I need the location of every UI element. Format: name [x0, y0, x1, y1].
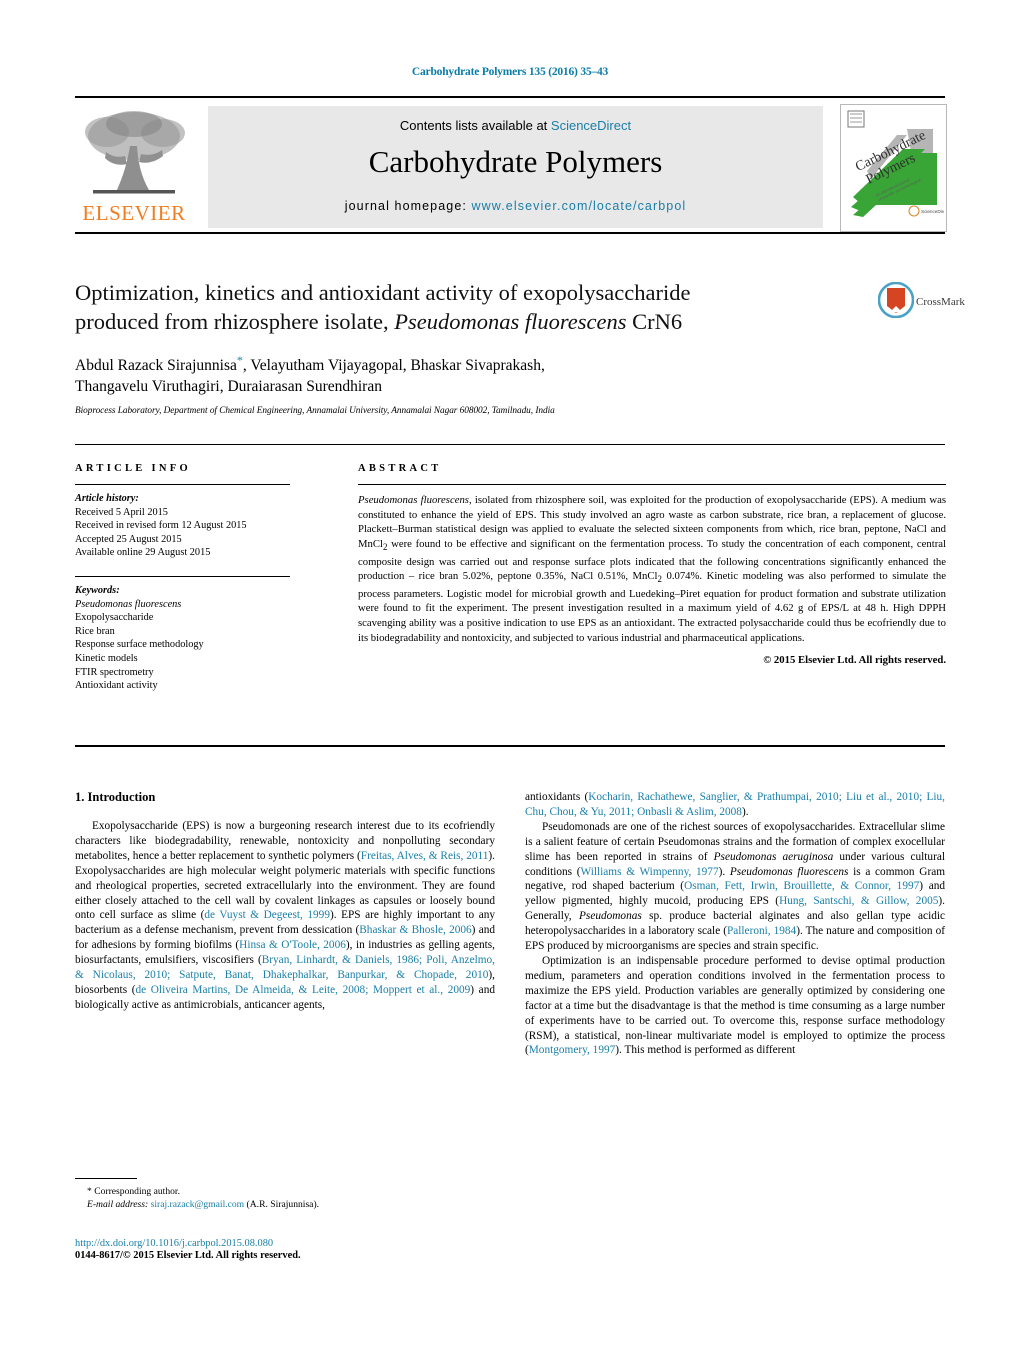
abstract-text: Pseudomonas fluorescens, isolated from r… [358, 493, 946, 645]
title-species-name: Pseudomonas fluorescens [394, 309, 627, 334]
citation-link[interactable]: Hinsa & O'Toole, 2006 [239, 939, 346, 951]
history-item: Accepted 25 August 2015 [75, 533, 182, 545]
elsevier-wordmark: ELSEVIER [82, 201, 186, 225]
crossmark-label: CrossMark [916, 296, 965, 308]
citation-link[interactable]: de Vuyst & Degeest, 1999 [204, 909, 330, 921]
citation-link[interactable]: Freitas, Alves, & Reis, 2011 [361, 850, 489, 862]
citation-link[interactable]: de Oliveira Martins, De Almeida, & Leite… [135, 984, 470, 996]
citation-link[interactable]: Osman, Fett, Irwin, Brouillette, & Conno… [684, 880, 919, 892]
contents-prefix: Contents lists available at [399, 118, 551, 133]
history-item: Received in revised form 12 August 2015 [75, 520, 247, 532]
journal-article-page: Carbohydrate Polymers 135 (2016) 35–43 E… [0, 0, 1020, 1351]
par-text: ). This method is performed as different [615, 1044, 796, 1057]
abstract-heading: ABSTRACT [358, 463, 442, 474]
sciencedirect-link[interactable]: ScienceDirect [551, 118, 631, 133]
journal-homepage-link[interactable]: www.elsevier.com/locate/carbpol [472, 199, 687, 213]
citation-link[interactable]: Bhaskar & Bhosle, 2006 [359, 924, 471, 936]
footnote-corresponding-line: * Corresponding author. [87, 1186, 180, 1197]
title-line-1: Optimization, kinetics and antioxidant a… [75, 280, 691, 305]
abstract-divider [358, 484, 946, 485]
title-line-2-prefix: produced from rhizosphere isolate, [75, 309, 395, 334]
author-first: Abdul Razack Sirajunnisa [75, 357, 237, 375]
contents-list-line: Contents lists available at ScienceDirec… [208, 118, 823, 133]
article-info-divider-2 [75, 575, 290, 577]
par-text: antioxidants ( [525, 791, 589, 803]
abstract-column: ABSTRACT Pseudomonas fluorescens, isolat… [358, 463, 946, 666]
keyword-item: Kinetic models [75, 652, 138, 664]
keyword-item: Antioxidant activity [75, 680, 158, 692]
keyword-item: Response surface methodology [75, 639, 204, 651]
citation-link[interactable]: Williams & Wimpenny, 1977 [581, 866, 719, 878]
keyword-item: Rice bran [75, 625, 115, 637]
genus-name: Pseudomonas [579, 910, 642, 923]
intro-paragraph-left: Exopolysaccharide (EPS) is now a burgeon… [75, 819, 495, 1013]
journal-cover-thumbnail[interactable]: Carbohydrate Polymers An international j… [840, 104, 947, 232]
page-title: Optimization, kinetics and antioxidant a… [75, 278, 865, 336]
par-text: ). [741, 805, 749, 818]
footnote-rule [75, 1178, 137, 1179]
species-name: Pseudomonas fluorescens [729, 865, 849, 878]
homepage-prefix: journal homepage: [344, 199, 472, 213]
keyword-item: Exopolysaccharide [75, 612, 154, 624]
article-history-label: Article history: [75, 493, 139, 504]
intro-paragraph-right-1: antioxidants (Kocharin, Rachathewe, Sang… [525, 790, 945, 820]
issn-copyright-line: 0144-8617/© 2015 Elsevier Ltd. All right… [75, 1250, 301, 1261]
elsevier-logo: ELSEVIER [75, 106, 193, 228]
email-link[interactable]: siraj.razack@gmail.com [151, 1199, 245, 1210]
email-label: E-mail address: [87, 1199, 149, 1210]
abstract-copyright: © 2015 Elsevier Ltd. All rights reserved… [763, 654, 946, 667]
info-section-top-rule [75, 444, 945, 445]
citation-link[interactable]: Kocharin, Rachathewe, Sanglier, & Prathu… [525, 791, 945, 818]
article-info-column: ARTICLE INFO Article history: Received 5… [75, 463, 325, 693]
running-head-citation: Carbohydrate Polymers 135 (2016) 35–43 [411, 66, 609, 78]
title-line-2-suffix: CrN6 [626, 309, 683, 334]
history-item: Available online 29 August 2015 [75, 547, 211, 559]
article-info-divider-1 [75, 484, 290, 485]
intro-paragraph-right-2: Pseudomonads are one of the richest sour… [525, 820, 945, 954]
article-history: Article history: Received 5 April 2015 R… [75, 492, 325, 560]
citation-link[interactable]: Hung, Santschi, & Gillow, 2005 [779, 895, 938, 907]
species-name: Pseudomonas aeruginosa [713, 850, 834, 863]
doi-link[interactable]: http://dx.doi.org/10.1016/j.carbpol.2015… [75, 1238, 535, 1249]
section-heading-introduction: 1. Introduction [75, 790, 156, 804]
author-affiliation: Bioprocess Laboratory, Department of Che… [75, 406, 555, 416]
paper-title-block: Optimization, kinetics and antioxidant a… [75, 278, 865, 336]
journal-title: Carbohydrate Polymers [368, 144, 663, 179]
author-list: Abdul Razack Sirajunnisa*, Velayutham Vi… [75, 350, 865, 397]
corresponding-author-footnote: * Corresponding author. E-mail address: … [75, 1178, 495, 1211]
citation-link[interactable]: Palleroni, 1984 [727, 925, 796, 937]
citation-link[interactable]: Montgomery, 1997 [529, 1044, 616, 1056]
intro-paragraph-right-3: Optimization is an indispensable procedu… [525, 954, 945, 1058]
footnote-email-line: E-mail address: siraj.razack@gmail.com (… [75, 1198, 495, 1211]
authors-line-2: Thangavelu Viruthagiri, Duraiarasan Sure… [75, 378, 382, 396]
abstract-bottom-rule [75, 745, 945, 747]
svg-text:ScienceDirect: ScienceDirect [921, 209, 944, 214]
body-column-right: antioxidants (Kocharin, Rachathewe, Sang… [525, 790, 945, 1058]
body-column-left: 1. Introduction Exopolysaccharide (EPS) … [75, 790, 495, 1013]
crossmark-badge[interactable]: CrossMark [877, 281, 965, 328]
keywords-list: Keywords: Pseudomonas fluorescens Exopol… [75, 584, 325, 693]
keywords-label: Keywords: [75, 584, 120, 596]
journal-masthead: ELSEVIER Contents lists available at Sci… [75, 96, 947, 234]
journal-homepage-line: journal homepage: www.elsevier.com/locat… [208, 199, 823, 213]
keyword-item: FTIR spectrometry [75, 666, 154, 678]
doi-footer: http://dx.doi.org/10.1016/j.carbpol.2015… [75, 1238, 535, 1261]
par-text: ). [718, 865, 730, 878]
article-info-heading: ARTICLE INFO [75, 463, 191, 474]
history-item: Received 5 April 2015 [75, 506, 168, 518]
abstract-lead-species: Pseudomonas fluorescens [358, 494, 469, 506]
email-suffix: (A.R. Sirajunnisa). [244, 1199, 320, 1210]
keyword-item: Pseudomonas fluorescens [75, 598, 182, 610]
authors-line-1-rest: , Velayutham Vijayagopal, Bhaskar Sivapr… [242, 357, 545, 375]
masthead-grey-band: Contents lists available at ScienceDirec… [208, 106, 823, 228]
par-text: Optimization is an indispensable procedu… [525, 954, 945, 1057]
